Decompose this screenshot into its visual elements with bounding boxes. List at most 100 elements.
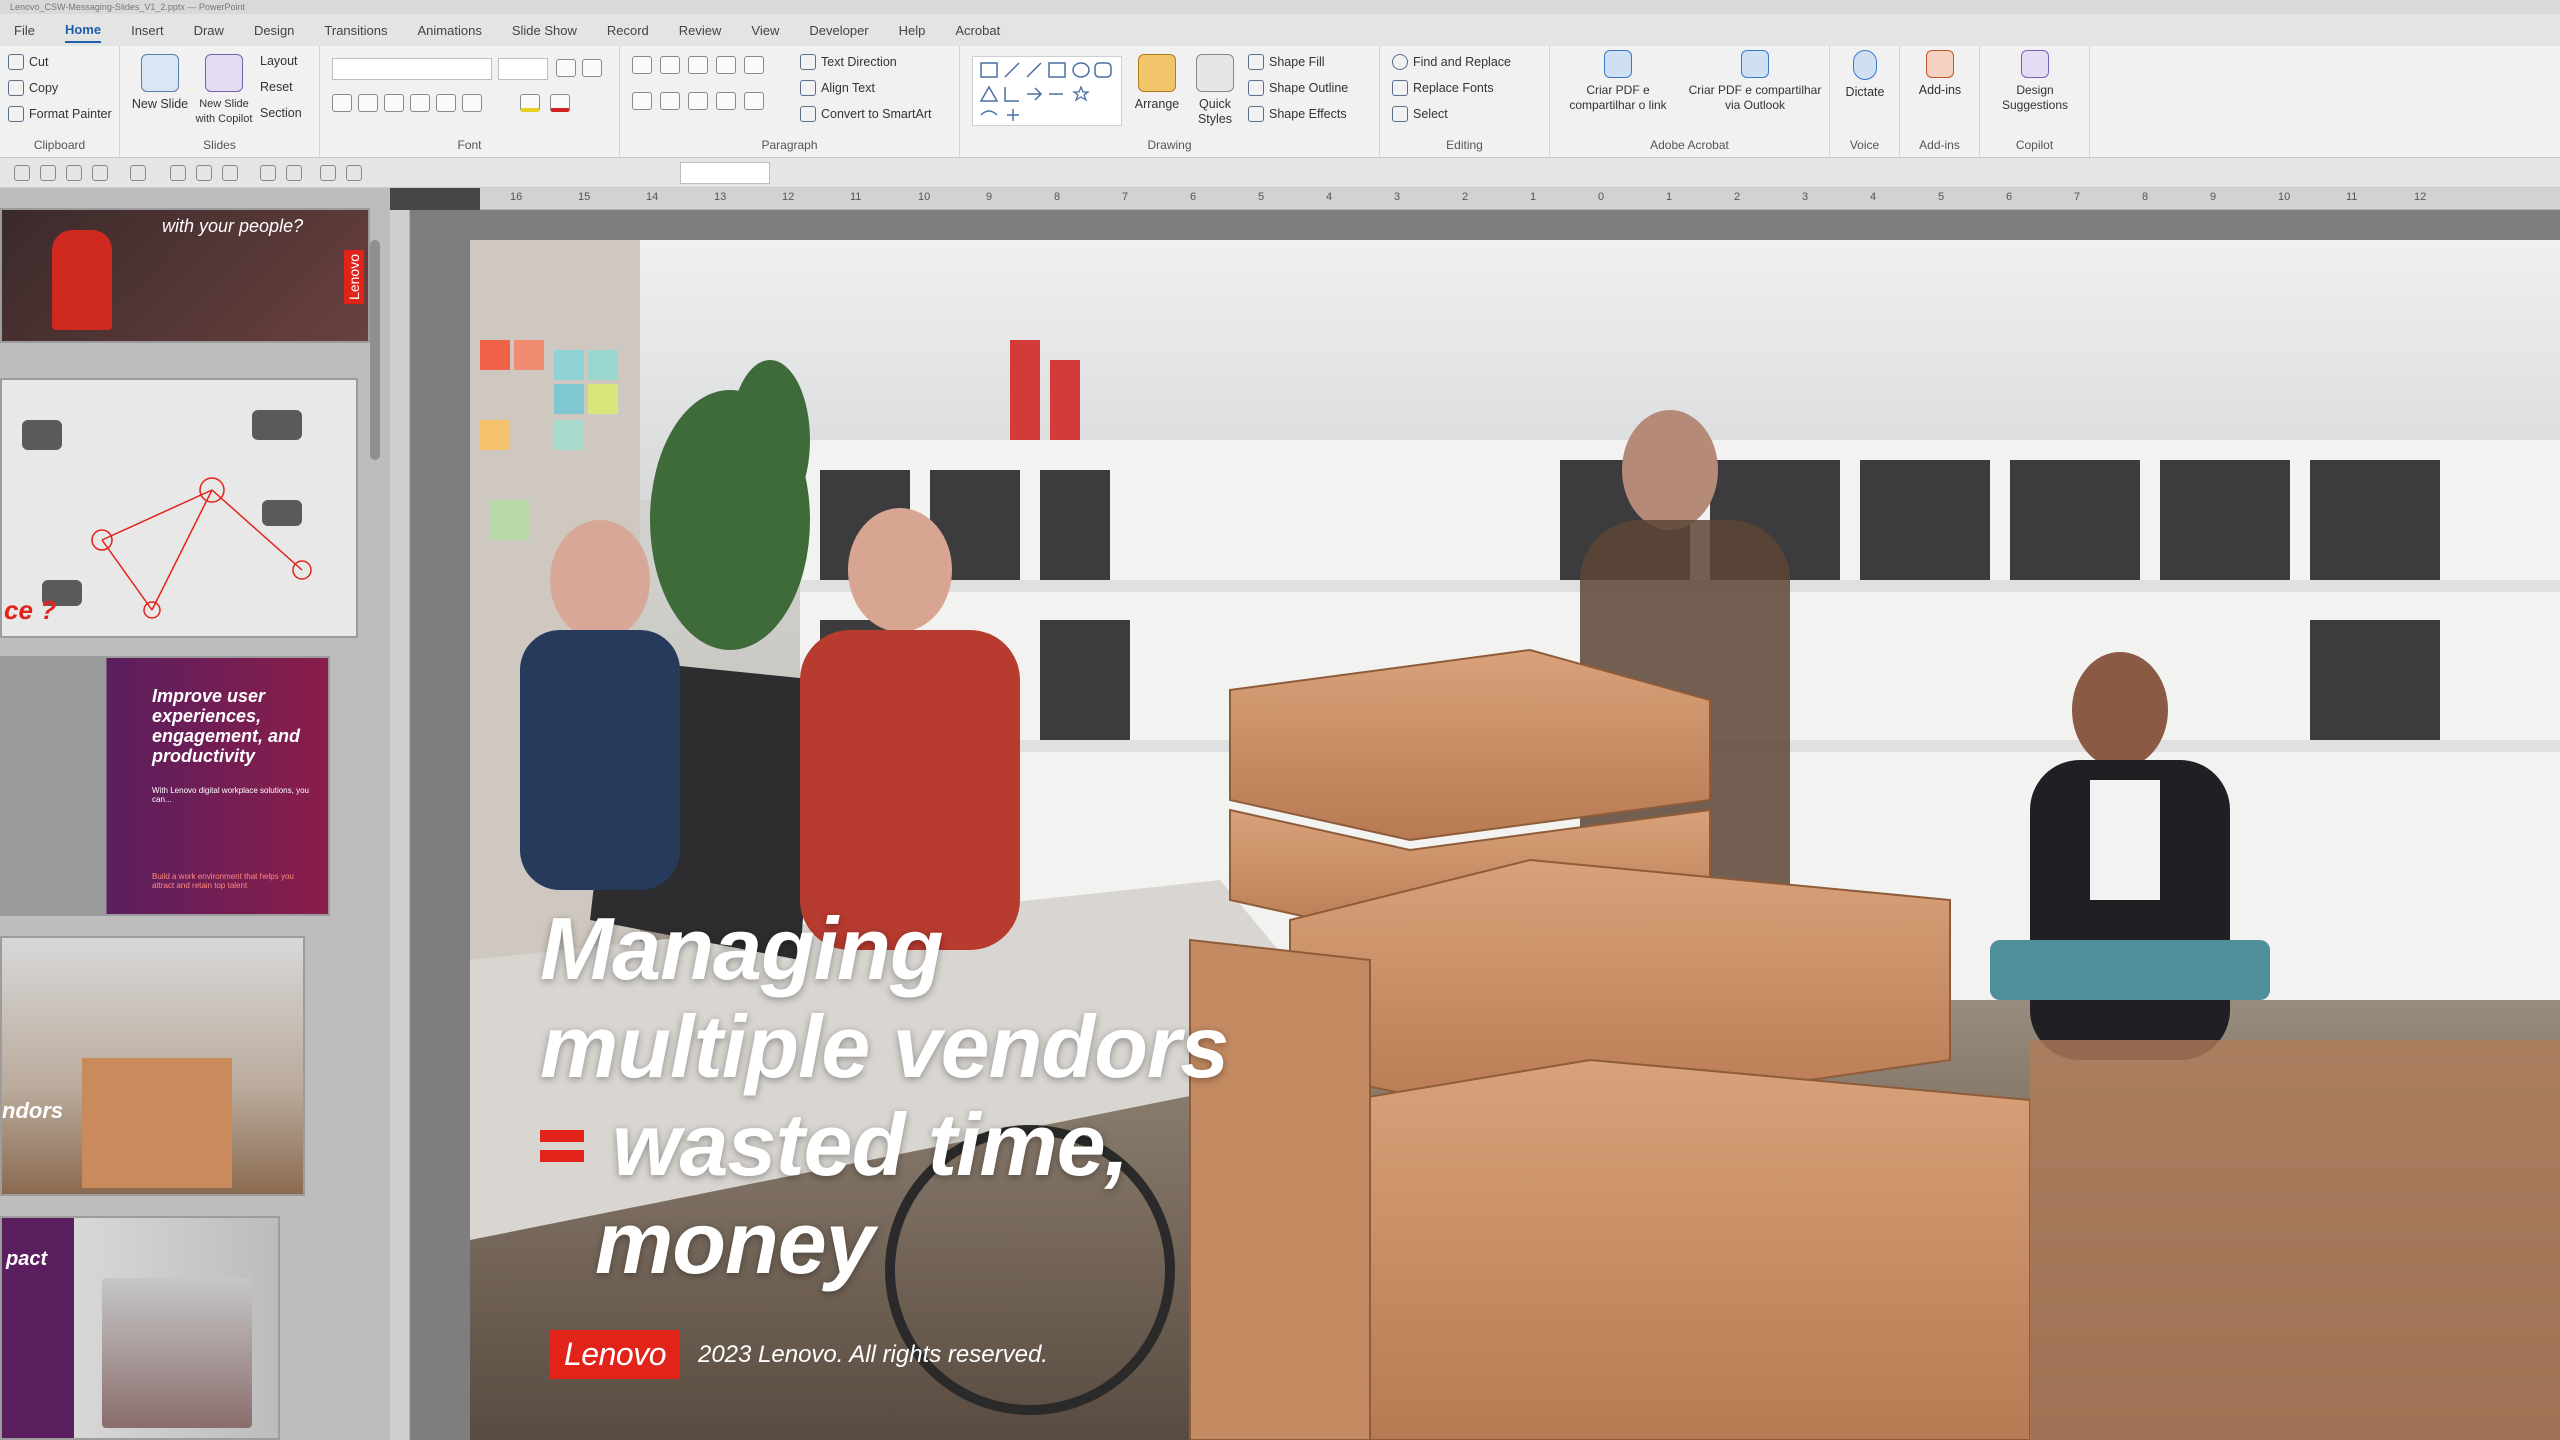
italic-icon[interactable] <box>358 94 378 112</box>
slide[interactable]: Managing multiple vendors wasted time, m… <box>470 240 2560 1440</box>
strikethrough-icon[interactable] <box>410 94 430 112</box>
change-case-icon[interactable] <box>462 94 482 112</box>
find-replace-button[interactable]: Find and Replace <box>1392 54 1511 70</box>
line-spacing-icon[interactable] <box>744 56 764 74</box>
tab-animations[interactable]: Animations <box>418 19 482 42</box>
new-slide-copilot-button[interactable]: New Slide with Copilot <box>192 54 256 127</box>
decrease-indent-icon[interactable] <box>688 56 708 74</box>
thumbnail-title: Improve user experiences, engagement, an… <box>152 686 301 766</box>
section-button[interactable]: Section <box>260 106 302 120</box>
justify-icon[interactable] <box>716 92 736 110</box>
convert-smartart-button[interactable]: Convert to SmartArt <box>800 106 931 122</box>
ruler-tick: 9 <box>986 191 993 203</box>
tab-home[interactable]: Home <box>64 18 102 43</box>
tab-file[interactable]: File <box>14 19 35 42</box>
shape-effects-button[interactable]: Shape Effects <box>1248 106 1347 122</box>
tab-developer[interactable]: Developer <box>809 19 868 42</box>
scissors-icon <box>8 54 24 70</box>
bring-forward-icon[interactable] <box>260 165 276 181</box>
font-name-combo[interactable] <box>332 58 492 80</box>
reset-button[interactable]: Reset <box>260 80 293 94</box>
copy-button[interactable]: Copy <box>8 80 58 96</box>
draw-table-icon[interactable] <box>170 165 186 181</box>
ruler-tick: 9 <box>2210 191 2217 203</box>
headline-line-1: Managing <box>540 899 944 998</box>
bullets-icon[interactable] <box>632 56 652 74</box>
slide-thumbnail-5[interactable]: pact <box>0 1216 280 1440</box>
tab-slide-show[interactable]: Slide Show <box>512 19 577 42</box>
layout-button[interactable]: Layout <box>260 54 298 68</box>
align-objects-icon[interactable] <box>196 165 212 181</box>
tab-record[interactable]: Record <box>607 19 649 42</box>
quick-styles-button[interactable]: Quick Styles <box>1188 54 1242 127</box>
pdf-link-icon <box>1604 50 1632 78</box>
ruler-tick: 7 <box>2074 191 2081 203</box>
new-slide-icon <box>141 54 179 92</box>
slide-thumbnail-2[interactable]: ce ? <box>0 378 358 638</box>
pdf-outlook-icon <box>1741 50 1769 78</box>
tab-transitions[interactable]: Transitions <box>324 19 387 42</box>
thumbnail-scrollbar[interactable] <box>370 240 380 460</box>
increase-indent-icon[interactable] <box>716 56 736 74</box>
align-left-icon[interactable] <box>632 92 652 110</box>
copilot-slide-icon <box>205 54 243 92</box>
replace-fonts-button[interactable]: Replace Fonts <box>1392 80 1494 96</box>
underline-icon[interactable] <box>384 94 404 112</box>
font-color-icon[interactable] <box>550 94 570 112</box>
slide-thumbnail-3[interactable]: Improve user experiences, engagement, an… <box>0 656 330 916</box>
tab-acrobat[interactable]: Acrobat <box>955 19 1000 42</box>
tab-review[interactable]: Review <box>679 19 722 42</box>
char-spacing-icon[interactable] <box>436 94 456 112</box>
addins-button[interactable]: Add-ins <box>1908 50 1972 98</box>
design-suggestions-button[interactable]: Design Suggestions <box>1988 50 2082 113</box>
group-objects-icon[interactable] <box>222 165 238 181</box>
send-backward-icon[interactable] <box>286 165 302 181</box>
create-pdf-share-link-button[interactable]: Criar PDF e compartilhar o link <box>1558 50 1678 113</box>
slide-footer: Lenovo 2023 Lenovo. All rights reserved. <box>550 1330 1048 1379</box>
group-label: Slides <box>203 138 236 152</box>
quick-styles-icon <box>1196 54 1234 92</box>
format-painter-button[interactable]: Format Painter <box>8 106 112 122</box>
tab-draw[interactable]: Draw <box>194 19 224 42</box>
select-button[interactable]: Select <box>1392 106 1448 122</box>
shape-outline-button[interactable]: Shape Outline <box>1248 80 1348 96</box>
rotate-icon[interactable] <box>346 165 362 181</box>
grow-font-icon[interactable] <box>556 59 576 77</box>
create-pdf-outlook-button[interactable]: Criar PDF e compartilhar via Outlook <box>1685 50 1825 113</box>
align-center-icon[interactable] <box>660 92 680 110</box>
undo-icon[interactable] <box>66 165 82 181</box>
shrink-font-icon[interactable] <box>582 59 602 77</box>
drawing-group: Arrange Quick Styles Shape Fill Shape Ou… <box>960 46 1380 158</box>
columns-icon[interactable] <box>744 92 764 110</box>
tab-view[interactable]: View <box>751 19 779 42</box>
tab-design[interactable]: Design <box>254 19 294 42</box>
align-text-button[interactable]: Align Text <box>800 80 875 96</box>
tab-insert[interactable]: Insert <box>131 19 164 42</box>
highlight-icon[interactable] <box>520 94 540 112</box>
group-label: Clipboard <box>33 138 86 152</box>
zoom-combo[interactable] <box>680 162 770 184</box>
microphone-icon <box>1853 50 1877 80</box>
tab-help[interactable]: Help <box>899 19 926 42</box>
slide-thumbnail-4[interactable]: ndors <box>0 936 305 1196</box>
slide-headline[interactable]: Managing multiple vendors wasted time, m… <box>540 899 1229 1292</box>
new-slide-button[interactable]: New Slide <box>130 54 190 112</box>
ruler-tick: 7 <box>1122 191 1129 203</box>
cut-button[interactable]: Cut <box>8 54 48 70</box>
clipboard-group: Cut Copy Format Painter Clipboard <box>0 46 120 158</box>
arrange-button[interactable]: Arrange <box>1130 54 1184 112</box>
dictate-button[interactable]: Dictate <box>1836 50 1894 100</box>
autosave-icon[interactable] <box>14 165 30 181</box>
shape-fill-button[interactable]: Shape Fill <box>1248 54 1325 70</box>
align-right-icon[interactable] <box>688 92 708 110</box>
bold-icon[interactable] <box>332 94 352 112</box>
text-direction-button[interactable]: Text Direction <box>800 54 897 70</box>
font-size-combo[interactable] <box>498 58 548 80</box>
numbering-icon[interactable] <box>660 56 680 74</box>
crop-icon[interactable] <box>320 165 336 181</box>
redo-icon[interactable] <box>92 165 108 181</box>
start-slideshow-icon[interactable] <box>130 165 146 181</box>
slide-thumbnail-1[interactable]: with your people? Lenovo <box>0 208 370 343</box>
save-icon[interactable] <box>40 165 56 181</box>
shapes-gallery[interactable] <box>972 56 1122 126</box>
